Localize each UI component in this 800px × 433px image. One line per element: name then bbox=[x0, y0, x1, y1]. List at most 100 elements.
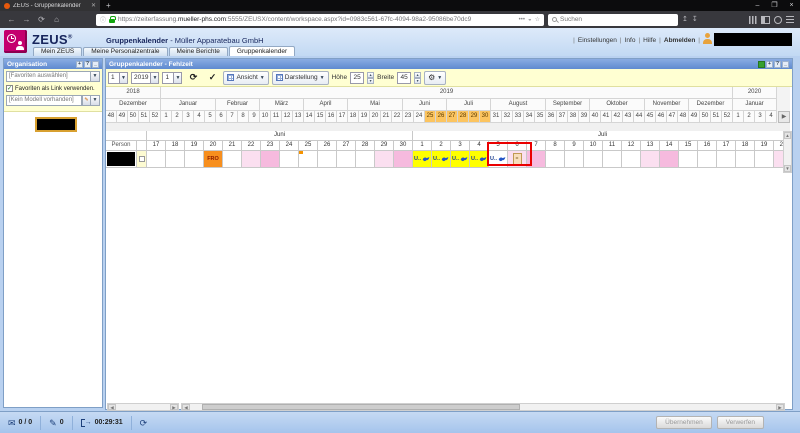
day-header-juni-17[interactable]: 17 bbox=[147, 141, 166, 151]
scroll-right-icon[interactable]: ▶ bbox=[776, 404, 784, 410]
day-cell-juli-12[interactable] bbox=[622, 151, 641, 168]
week-cell-25[interactable]: 25 bbox=[425, 111, 436, 123]
week-cell-47[interactable]: 47 bbox=[667, 111, 678, 123]
week-cell-35[interactable]: 35 bbox=[535, 111, 546, 123]
panel-help-icon[interactable]: ? bbox=[774, 61, 781, 68]
settings-dropdown[interactable]: ⚙ ▼ bbox=[424, 71, 446, 85]
day-header-juni-20[interactable]: 20 bbox=[204, 141, 223, 151]
scroll-right-icon[interactable]: ▶ bbox=[170, 404, 178, 410]
breite-input[interactable]: 45 bbox=[397, 72, 411, 84]
week-cell-10[interactable]: 10 bbox=[260, 111, 271, 123]
day-cell-juli-17[interactable] bbox=[717, 151, 736, 168]
week-cell-33[interactable]: 33 bbox=[513, 111, 524, 123]
redacted-tree-selection[interactable] bbox=[35, 117, 77, 132]
day-header-juli-9[interactable]: 9 bbox=[565, 141, 584, 151]
window-close-button[interactable]: × bbox=[783, 0, 800, 11]
panel-add-icon[interactable]: + bbox=[766, 61, 773, 68]
tab-close-icon[interactable]: ✕ bbox=[91, 3, 96, 9]
day-cell-juli-13[interactable] bbox=[641, 151, 660, 168]
day-cell-juni-19[interactable] bbox=[185, 151, 204, 168]
week-cell-3[interactable]: 3 bbox=[755, 111, 766, 123]
person-name-cell[interactable] bbox=[106, 151, 137, 168]
week-cell-51[interactable]: 51 bbox=[139, 111, 150, 123]
day-cell-juli-8[interactable] bbox=[546, 151, 565, 168]
panel-add-icon[interactable]: + bbox=[76, 61, 83, 68]
model-select-value[interactable]: [Kein Modell vorhanden] bbox=[6, 95, 82, 106]
week-cell-46[interactable]: 46 bbox=[656, 111, 667, 123]
week-cell-27[interactable]: 27 bbox=[447, 111, 458, 123]
month-cell-13-januar[interactable]: Januar bbox=[733, 99, 777, 111]
day-cell-juli-2[interactable]: U.. bbox=[432, 151, 451, 168]
site-info-icon[interactable]: ⓘ bbox=[100, 15, 106, 24]
week-cell-42[interactable]: 42 bbox=[612, 111, 623, 123]
account-icon[interactable] bbox=[774, 16, 782, 24]
week-cell-48[interactable]: 48 bbox=[106, 111, 117, 123]
month-cell-4-april[interactable]: April bbox=[304, 99, 348, 111]
refresh-button[interactable]: ⟳ bbox=[185, 71, 201, 85]
day-header-juni-18[interactable]: 18 bbox=[166, 141, 185, 151]
week-cell-4[interactable]: 4 bbox=[766, 111, 777, 123]
month-cell-8-august[interactable]: August bbox=[491, 99, 546, 111]
bookmark-star-icon[interactable]: ☆ bbox=[535, 16, 540, 23]
breite-stepper[interactable]: ▲▼ bbox=[414, 72, 421, 84]
day-header-juni-19[interactable]: 19 bbox=[185, 141, 204, 151]
day-header-juli-1[interactable]: 1 bbox=[413, 141, 432, 151]
day-header-juni-22[interactable]: 22 bbox=[242, 141, 261, 151]
scroll-down-icon[interactable]: ▼ bbox=[784, 165, 791, 172]
day-cell-juni-22[interactable] bbox=[242, 151, 261, 168]
chevron-down-icon[interactable]: ▼ bbox=[174, 72, 182, 84]
day-cell-juni-27[interactable] bbox=[337, 151, 356, 168]
person-column-scrollbar[interactable]: ◀ ▶ bbox=[107, 403, 179, 411]
day-cell-juni-29[interactable] bbox=[375, 151, 394, 168]
year-cell-2020[interactable]: 2020 bbox=[733, 87, 777, 99]
day-header-juli-15[interactable]: 15 bbox=[679, 141, 698, 151]
day-header-juli-11[interactable]: 11 bbox=[603, 141, 622, 151]
week-cell-29[interactable]: 29 bbox=[469, 111, 480, 123]
week-cell-38[interactable]: 38 bbox=[568, 111, 579, 123]
month-cell-10-oktober[interactable]: Oktober bbox=[590, 99, 645, 111]
day-cell-juli-9[interactable] bbox=[565, 151, 584, 168]
year-select[interactable]: 2019 ▼ bbox=[131, 72, 159, 84]
tab-mein-zeus[interactable]: Mein ZEUS bbox=[33, 47, 82, 56]
day-header-juli-20[interactable]: 20 bbox=[774, 141, 783, 151]
confirm-button[interactable]: ✓ bbox=[204, 71, 220, 85]
day-header-juni-23[interactable]: 23 bbox=[261, 141, 280, 151]
home-icon[interactable]: ⌂ bbox=[51, 11, 62, 28]
week-cell-44[interactable]: 44 bbox=[634, 111, 645, 123]
new-tab-button[interactable]: + bbox=[106, 0, 111, 11]
verwerfen-button[interactable]: Verwerfen bbox=[717, 416, 764, 429]
link-info[interactable]: Info bbox=[625, 37, 636, 44]
month-cell-12-dezember[interactable]: Dezember bbox=[689, 99, 733, 111]
day-cell-juni-21[interactable] bbox=[223, 151, 242, 168]
back-icon[interactable]: ← bbox=[6, 11, 17, 28]
week-cell-34[interactable]: 34 bbox=[524, 111, 535, 123]
month-cell-7-juli[interactable]: Juli bbox=[447, 99, 491, 111]
week-cell-17[interactable]: 17 bbox=[337, 111, 348, 123]
period-select[interactable]: 1 ▼ bbox=[108, 72, 128, 84]
day-cell-juni-30[interactable] bbox=[394, 151, 413, 168]
day-cell-juli-11[interactable] bbox=[603, 151, 622, 168]
week-cell-1[interactable]: 1 bbox=[161, 111, 172, 123]
session-timer[interactable]: → 00:29:31 bbox=[73, 416, 132, 430]
window-minimize-button[interactable]: – bbox=[749, 0, 766, 11]
calendar-scrollbar[interactable]: ◀ ▶ bbox=[181, 403, 785, 411]
model-select[interactable]: [Kein Modell vorhanden] ✎ ▼ bbox=[6, 95, 100, 106]
week-cell-24[interactable]: 24 bbox=[414, 111, 425, 123]
day-cell-juli-16[interactable] bbox=[698, 151, 717, 168]
step-select[interactable]: 1 ▼ bbox=[162, 72, 182, 84]
week-cell-50[interactable]: 50 bbox=[128, 111, 139, 123]
scroll-up-icon[interactable]: ▲ bbox=[784, 132, 791, 139]
reload-icon[interactable]: ⟳ bbox=[36, 11, 47, 28]
day-header-juni-29[interactable]: 29 bbox=[375, 141, 394, 151]
model-edit-icon[interactable]: ✎ bbox=[82, 95, 91, 106]
day-cell-juni-20[interactable]: FRO bbox=[204, 151, 223, 168]
week-cell-52[interactable]: 52 bbox=[150, 111, 161, 123]
week-cell-48[interactable]: 48 bbox=[678, 111, 689, 123]
detail-vertical-scrollbar[interactable]: ▲ ▼ bbox=[783, 131, 792, 173]
month-cell-6-juni[interactable]: Juni bbox=[403, 99, 447, 111]
search-box[interactable] bbox=[548, 14, 678, 26]
day-header-juli-2[interactable]: 2 bbox=[432, 141, 451, 151]
day-cell-juni-18[interactable] bbox=[166, 151, 185, 168]
day-cell-juli-10[interactable] bbox=[584, 151, 603, 168]
day-cell-juni-24[interactable] bbox=[280, 151, 299, 168]
